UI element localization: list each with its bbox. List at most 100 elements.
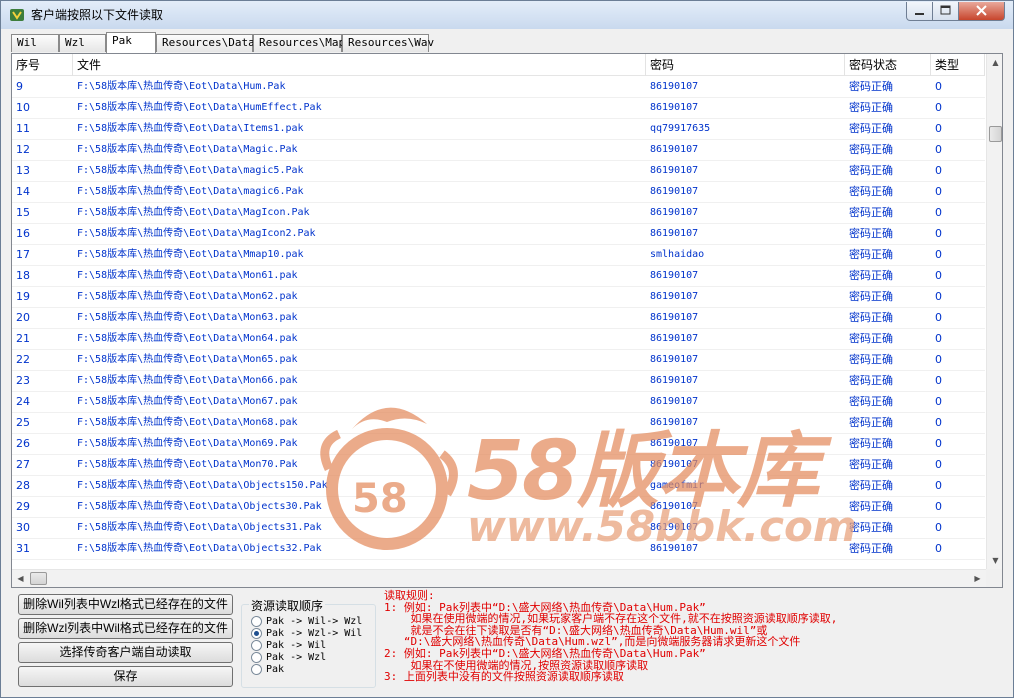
table-row[interactable]: 30 F:\58版本库\热血传奇\Eot\Data\Objects31.Pak 86…	[12, 518, 985, 539]
column-header-file[interactable]: 文件	[73, 54, 646, 76]
rule-line: 3: 上面列表中没有的文件按照资源读取顺序读取	[384, 670, 624, 684]
scrollbar-corner	[986, 569, 1002, 587]
rule-line: 2: 例如: Pak列表中“D:\盛大网络\热血传奇\Data\Hum.Pak”	[384, 646, 706, 660]
row-type: 0	[935, 500, 942, 513]
row-index: 12	[16, 143, 30, 156]
table-row[interactable]: 10 F:\58版本库\热血传奇\Eot\Data\HumEffect.Pak 86…	[12, 98, 985, 119]
row-password: 86190107	[650, 144, 699, 155]
row-password-status: 密码正确	[849, 458, 893, 471]
load-order-title: 资源读取顺序	[249, 597, 326, 614]
radio-button-icon[interactable]	[251, 664, 262, 675]
row-index: 19	[16, 290, 30, 303]
row-index: 11	[16, 122, 30, 135]
radio-button-icon[interactable]	[251, 628, 262, 639]
column-header-password[interactable]: 密码	[646, 54, 845, 76]
horizontal-scrollbar[interactable]: ◀ ▶	[12, 569, 986, 587]
scroll-right-icon[interactable]: ▶	[969, 570, 986, 587]
table-row[interactable]: 23 F:\58版本库\热血传奇\Eot\Data\Mon66.pak 861901…	[12, 371, 985, 392]
file-list[interactable]: 序号 文件 密码 密码状态 类型 9 F:\58版本库\热血传奇\Eot\Data…	[11, 53, 1003, 588]
scroll-up-icon[interactable]: ▲	[987, 54, 1002, 71]
row-password-status: 密码正确	[849, 80, 893, 93]
row-password: 86190107	[650, 312, 699, 323]
table-row[interactable]: 22 F:\58版本库\热血传奇\Eot\Data\Mon65.pak 861901…	[12, 350, 985, 371]
row-file: F:\58版本库\热血传奇\Eot\Data\Objects30.Pak	[77, 501, 322, 512]
scroll-left-icon[interactable]: ◀	[12, 570, 29, 587]
load-order-radio-2[interactable]: Pak -> Wzl-> Wil	[251, 628, 362, 640]
row-type: 0	[935, 122, 942, 135]
scroll-down-icon[interactable]: ▼	[987, 552, 1002, 569]
tab-pak[interactable]: Pak	[106, 32, 156, 53]
row-index: 25	[16, 416, 30, 429]
table-row[interactable]: 24 F:\58版本库\热血传奇\Eot\Data\Mon67.pak 861901…	[12, 392, 985, 413]
close-button[interactable]	[958, 2, 1005, 21]
auto-read-client-button[interactable]: 选择传奇客户端自动读取	[18, 642, 233, 663]
minimize-button[interactable]	[906, 2, 933, 21]
row-index: 15	[16, 206, 30, 219]
table-row[interactable]: 13 F:\58版本库\热血传奇\Eot\Data\magic5.Pak 86190…	[12, 161, 985, 182]
tab-wil[interactable]: Wil	[11, 34, 59, 52]
row-type: 0	[935, 143, 942, 156]
row-index: 23	[16, 374, 30, 387]
delete-wil-duplicates-button[interactable]: 删除Wil列表中Wzl格式已经存在的文件	[18, 594, 233, 615]
row-password: 86190107	[650, 165, 699, 176]
load-order-radio-5[interactable]: Pak	[251, 664, 284, 676]
row-index: 20	[16, 311, 30, 324]
row-password-status: 密码正确	[849, 311, 893, 324]
row-password-status: 密码正确	[849, 542, 893, 555]
table-row[interactable]: 25 F:\58版本库\热血传奇\Eot\Data\Mon68.pak 861901…	[12, 413, 985, 434]
row-password-status: 密码正确	[849, 500, 893, 513]
horizontal-scroll-thumb[interactable]	[30, 572, 47, 585]
column-header-type[interactable]: 类型	[931, 54, 985, 76]
table-row[interactable]: 19 F:\58版本库\热血传奇\Eot\Data\Mon62.pak 861901…	[12, 287, 985, 308]
table-row[interactable]: 12 F:\58版本库\热血传奇\Eot\Data\Magic.Pak 861901…	[12, 140, 985, 161]
radio-button-icon[interactable]	[251, 616, 262, 627]
table-row[interactable]: 27 F:\58版本库\热血传奇\Eot\Data\Mon70.Pak 861901…	[12, 455, 985, 476]
column-header-index[interactable]: 序号	[12, 54, 73, 76]
row-type: 0	[935, 374, 942, 387]
load-order-radio-3[interactable]: Pak -> Wil	[251, 640, 326, 652]
table-row[interactable]: 9 F:\58版本库\热血传奇\Eot\Data\Hum.Pak 86190107 密…	[12, 77, 985, 98]
tab-resources-map[interactable]: Resources\Map	[253, 34, 345, 52]
maximize-button[interactable]	[932, 2, 959, 21]
table-row[interactable]: 17 F:\58版本库\热血传奇\Eot\Data\Mmap10.pak smlha…	[12, 245, 985, 266]
save-button[interactable]: 保存	[18, 666, 233, 687]
row-file: F:\58版本库\热血传奇\Eot\Data\Mon65.pak	[77, 354, 298, 365]
row-file: F:\58版本库\热血传奇\Eot\Data\MagIcon.Pak	[77, 207, 310, 218]
tab-wzl[interactable]: Wzl	[59, 34, 106, 52]
row-file: F:\58版本库\热血传奇\Eot\Data\Mon67.pak	[77, 396, 298, 407]
table-row[interactable]: 16 F:\58版本库\热血传奇\Eot\Data\MagIcon2.Pak 861…	[12, 224, 985, 245]
row-password: 86190107	[650, 501, 699, 512]
title-bar[interactable]: 客户端按照以下文件读取	[1, 1, 1013, 29]
row-index: 26	[16, 437, 30, 450]
table-row[interactable]: 20 F:\58版本库\热血传奇\Eot\Data\Mon63.pak 861901…	[12, 308, 985, 329]
row-type: 0	[935, 290, 942, 303]
table-row[interactable]: 18 F:\58版本库\热血传奇\Eot\Data\Mon61.pak 861901…	[12, 266, 985, 287]
table-row[interactable]: 21 F:\58版本库\热血传奇\Eot\Data\Mon64.pak 861901…	[12, 329, 985, 350]
row-password-status: 密码正确	[849, 122, 893, 135]
row-password-status: 密码正确	[849, 101, 893, 114]
radio-button-icon[interactable]	[251, 640, 262, 651]
row-index: 27	[16, 458, 30, 471]
table-row[interactable]: 14 F:\58版本库\热血传奇\Eot\Data\magic6.Pak 86190…	[12, 182, 985, 203]
row-type: 0	[935, 80, 942, 93]
close-icon	[976, 5, 987, 16]
vertical-scroll-thumb[interactable]	[989, 126, 1002, 142]
vertical-scrollbar[interactable]: ▲ ▼	[986, 54, 1002, 569]
table-row[interactable]: 26 F:\58版本库\热血传奇\Eot\Data\Mon69.Pak 861901…	[12, 434, 985, 455]
table-row[interactable]: 28 F:\58版本库\热血传奇\Eot\Data\Objects150.Pak g…	[12, 476, 985, 497]
tab-resources-wav[interactable]: Resources\Wav	[342, 34, 434, 52]
row-password-status: 密码正确	[849, 374, 893, 387]
load-order-radio-4[interactable]: Pak -> Wzl	[251, 652, 326, 664]
load-order-radio-1[interactable]: Pak -> Wil-> Wzl	[251, 616, 362, 628]
app-icon	[10, 9, 24, 21]
table-row[interactable]: 15 F:\58版本库\热血传奇\Eot\Data\MagIcon.Pak 8619…	[12, 203, 985, 224]
table-row[interactable]: 31 F:\58版本库\热血传奇\Eot\Data\Objects32.Pak 86…	[12, 539, 985, 560]
delete-wzl-duplicates-button[interactable]: 删除Wzl列表中Wil格式已经存在的文件	[18, 618, 233, 639]
table-row[interactable]: 11 F:\58版本库\热血传奇\Eot\Data\Items1.pak qq799…	[12, 119, 985, 140]
row-password-status: 密码正确	[849, 206, 893, 219]
table-row[interactable]: 29 F:\58版本库\热血传奇\Eot\Data\Objects30.Pak 86…	[12, 497, 985, 518]
radio-button-icon[interactable]	[251, 652, 262, 663]
column-header-password-status[interactable]: 密码状态	[845, 54, 931, 76]
row-password: 86190107	[650, 333, 699, 344]
tab-resources-data[interactable]: Resources\Data	[156, 34, 255, 52]
